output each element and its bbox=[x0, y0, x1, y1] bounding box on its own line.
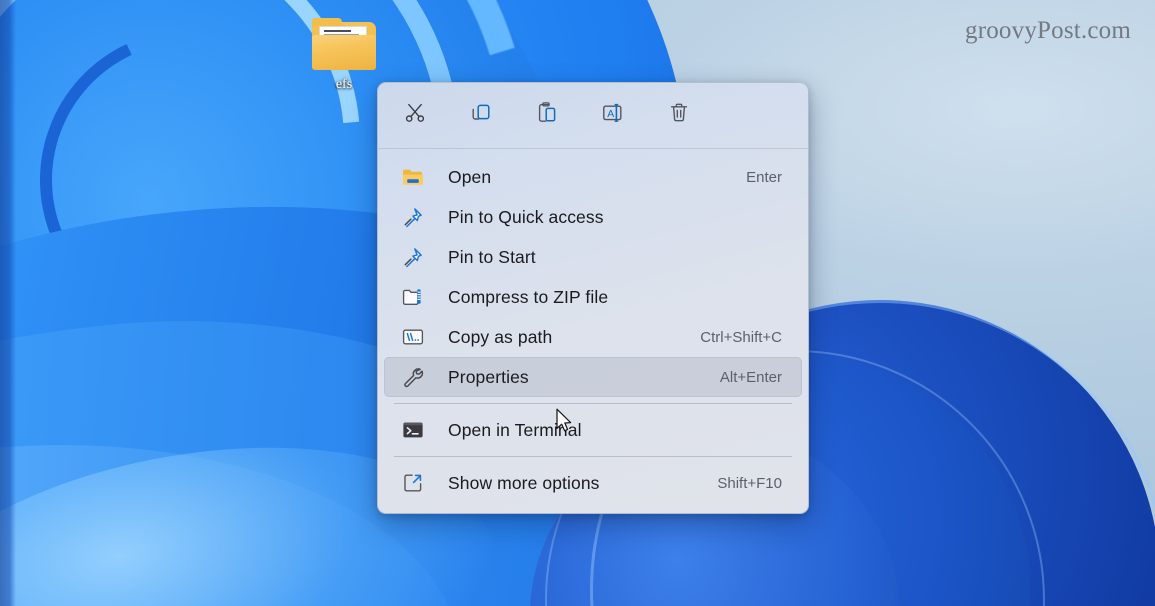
wrench-icon bbox=[400, 364, 426, 390]
context-menu-list: Open Enter Pin to Quick access Pin to St… bbox=[378, 149, 808, 513]
menu-separator bbox=[394, 456, 792, 457]
site-watermark: groovyPost.com bbox=[965, 17, 1131, 44]
menu-item-accelerator: Enter bbox=[746, 168, 782, 186]
menu-item-label: Compress to ZIP file bbox=[448, 286, 609, 307]
pin-icon bbox=[400, 204, 426, 230]
menu-item-open-in-terminal[interactable]: Open in Terminal bbox=[384, 410, 802, 450]
open-folder-icon bbox=[400, 164, 426, 190]
zip-folder-icon bbox=[400, 284, 426, 310]
menu-item-label: Pin to Start bbox=[448, 246, 536, 267]
copy-icon bbox=[469, 101, 493, 130]
clipboard-paste-icon bbox=[535, 101, 559, 130]
show-more-icon bbox=[400, 470, 426, 496]
delete-button[interactable] bbox=[660, 97, 698, 135]
menu-item-open[interactable]: Open Enter bbox=[384, 157, 802, 197]
folder-with-document-icon bbox=[312, 18, 376, 70]
menu-item-copy-as-path[interactable]: Copy as path Ctrl+Shift+C bbox=[384, 317, 802, 357]
terminal-icon bbox=[400, 417, 426, 443]
context-menu: A Open Enter Pin to Quick access Pin to … bbox=[377, 82, 809, 514]
desktop-icon-label: efs bbox=[335, 77, 353, 92]
menu-item-pin-to-quick-access[interactable]: Pin to Quick access bbox=[384, 197, 802, 237]
context-menu-toolbar: A bbox=[378, 83, 808, 149]
copy-button[interactable] bbox=[462, 97, 500, 135]
desktop-screen: groovyPost.com efs A Open Enter Pin to Q… bbox=[0, 0, 1155, 606]
menu-item-accelerator: Ctrl+Shift+C bbox=[700, 328, 782, 346]
menu-item-show-more-options[interactable]: Show more options Shift+F10 bbox=[384, 463, 802, 503]
menu-item-label: Show more options bbox=[448, 472, 600, 493]
cut-button[interactable] bbox=[396, 97, 434, 135]
rename-icon: A bbox=[600, 101, 626, 130]
menu-item-properties[interactable]: Properties Alt+Enter bbox=[384, 357, 802, 397]
scissors-icon bbox=[403, 101, 427, 130]
menu-item-label: Copy as path bbox=[448, 326, 553, 347]
menu-item-label: Open bbox=[448, 166, 492, 187]
svg-text:A: A bbox=[607, 108, 614, 120]
menu-item-accelerator: Alt+Enter bbox=[719, 368, 782, 386]
rename-button[interactable]: A bbox=[594, 97, 632, 135]
menu-item-label: Pin to Quick access bbox=[448, 206, 604, 227]
trash-icon bbox=[667, 101, 691, 130]
paste-button[interactable] bbox=[528, 97, 566, 135]
menu-item-pin-to-start[interactable]: Pin to Start bbox=[384, 237, 802, 277]
mouse-cursor bbox=[556, 408, 574, 434]
menu-item-label: Properties bbox=[448, 366, 529, 387]
copy-as-path-icon bbox=[400, 324, 426, 350]
menu-separator bbox=[394, 403, 792, 404]
menu-item-accelerator: Shift+F10 bbox=[717, 474, 782, 492]
desktop-icon-efs[interactable]: efs bbox=[300, 18, 388, 93]
menu-item-compress-to-zip-file[interactable]: Compress to ZIP file bbox=[384, 277, 802, 317]
pin-icon bbox=[400, 244, 426, 270]
